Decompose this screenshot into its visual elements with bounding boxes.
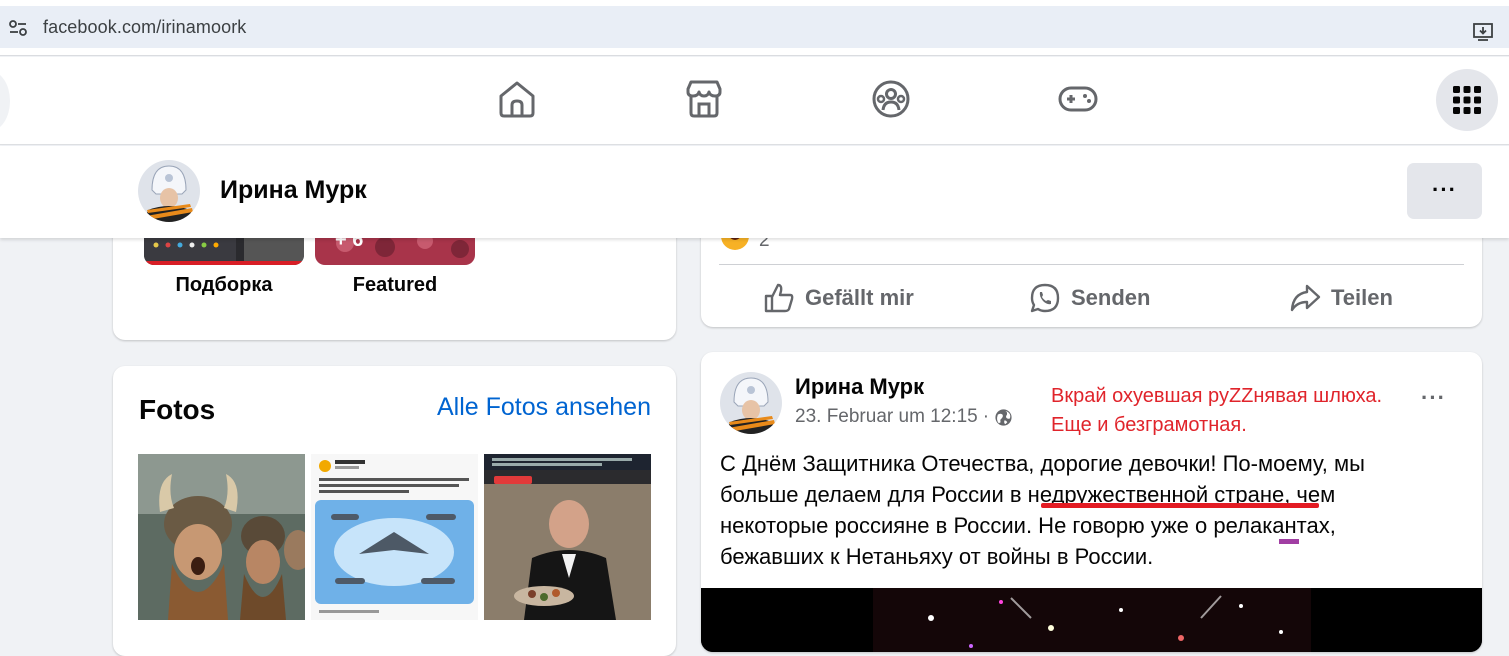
profile-more-button[interactable]: ··· xyxy=(1407,163,1482,219)
site-info-icon[interactable] xyxy=(8,19,28,37)
post-author-avatar[interactable] xyxy=(720,372,782,434)
annotation-line-1: Вкрай охуевшая руZZнявая шлюха. xyxy=(1051,385,1383,407)
photos-card: Fotos Alle Fotos ansehen xyxy=(113,366,676,656)
purple-underline-mark xyxy=(1279,539,1299,544)
install-app-icon[interactable] xyxy=(1472,22,1494,42)
send-label: Senden xyxy=(1071,285,1151,310)
browser-address-bar: facebook.com/irinamoork xyxy=(0,0,1509,56)
post-text: С Днём Защитника Отечества, дорогие дево… xyxy=(720,451,1365,569)
share-icon xyxy=(1290,284,1321,312)
post-23-february: Ирина Мурк 23. Februar um 12:15 · Вкрай … xyxy=(701,352,1482,652)
post-divider xyxy=(719,264,1464,265)
photo-thumb-3[interactable] xyxy=(484,454,651,620)
post-date[interactable]: 23. Februar um 12:15 xyxy=(795,406,978,428)
highlight-label-podborka[interactable]: Подборка xyxy=(144,274,304,297)
photo-thumb-2[interactable] xyxy=(311,454,478,620)
highlight-thumb-podborka[interactable] xyxy=(144,235,304,265)
menu-grid-button[interactable] xyxy=(1436,69,1498,131)
post-video[interactable] xyxy=(701,588,1482,652)
home-icon[interactable] xyxy=(497,79,537,119)
more-dots-icon: ··· xyxy=(1432,177,1457,202)
url-text[interactable]: facebook.com/irinamoork xyxy=(43,17,246,38)
photo-thumb-1[interactable] xyxy=(138,454,305,620)
profile-name: Ирина Мурк xyxy=(220,176,367,204)
search-button[interactable] xyxy=(0,71,10,131)
like-button[interactable]: Gefällt mir xyxy=(763,278,914,318)
post-meta: 23. Februar um 12:15 · xyxy=(795,406,1013,428)
send-button[interactable]: Senden xyxy=(1029,278,1150,318)
red-underline-mark xyxy=(1041,503,1319,508)
whatsapp-icon xyxy=(1030,283,1060,313)
grid-menu-icon xyxy=(1453,86,1481,114)
like-label: Gefällt mir xyxy=(805,285,914,310)
groups-icon[interactable] xyxy=(871,79,911,119)
share-button[interactable]: Teilen xyxy=(1289,278,1393,318)
profile-sticky-header: Ирина Мурк ··· xyxy=(0,146,1509,238)
highlight-label-featured[interactable]: Featured xyxy=(315,274,475,297)
marketplace-icon[interactable] xyxy=(684,79,724,119)
annotation-line-2: Еще и безграмотная. xyxy=(1051,414,1247,436)
post-author-name[interactable]: Ирина Мурк xyxy=(795,374,924,400)
highlight-thumb-featured[interactable]: + 6 xyxy=(315,235,475,265)
like-icon xyxy=(764,283,794,313)
photos-title: Fotos xyxy=(139,394,216,425)
share-label: Teilen xyxy=(1331,285,1393,310)
omnibox[interactable]: facebook.com/irinamoork xyxy=(0,6,1509,48)
gaming-icon[interactable] xyxy=(1058,79,1098,119)
post-more-button[interactable]: ··· xyxy=(1421,385,1446,411)
profile-avatar[interactable] xyxy=(138,160,200,222)
all-photos-link[interactable]: Alle Fotos ansehen xyxy=(437,393,651,422)
facebook-top-nav xyxy=(0,57,1509,145)
annotation-overlay: Вкрай охуевшая руZZнявая шлюха. Еще и бе… xyxy=(1051,382,1382,440)
globe-icon[interactable] xyxy=(994,408,1013,427)
meta-separator: · xyxy=(982,406,990,427)
